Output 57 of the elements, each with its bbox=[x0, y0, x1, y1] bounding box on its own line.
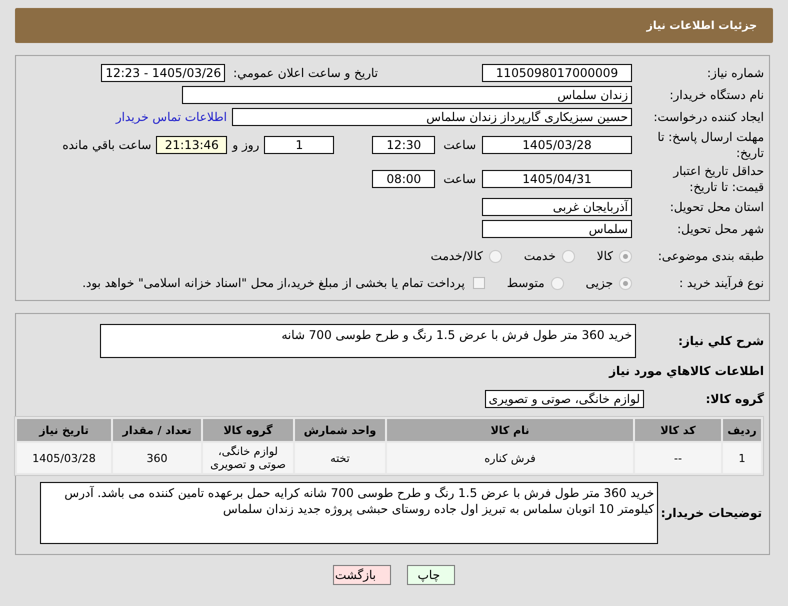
announce-date-field[interactable]: 1405/03/26 - 12:23 bbox=[101, 64, 226, 82]
column-header: تعداد / مقدار bbox=[113, 419, 201, 441]
column-header: واحد شمارش bbox=[295, 419, 385, 441]
time-label: ساعت bbox=[443, 172, 476, 186]
field-label: شماره نیاز: bbox=[706, 65, 764, 81]
field-label: شهر محل تحویل: bbox=[676, 221, 764, 237]
field-label: نام دستگاه خریدار: bbox=[668, 87, 764, 103]
field-label: حداقل تاریخ اعتبار قیمت: تا تاریخ: bbox=[672, 163, 764, 195]
radio-label: کالا/خدمت bbox=[430, 249, 483, 263]
page-title: جزئیات اطلاعات نیاز bbox=[646, 19, 757, 32]
summary-textarea[interactable]: خرید 360 متر طول فرش با عرض 1.5 رنگ و طرح طوسی 700 شانه bbox=[100, 324, 636, 358]
column-header: کد کالا bbox=[635, 419, 721, 441]
city-field[interactable]: سلماس bbox=[482, 220, 632, 238]
remaining-label: ساعت باقي مانده bbox=[62, 138, 152, 152]
table-cell: 1405/03/28 bbox=[17, 443, 111, 473]
buyer-notes-textarea[interactable]: خرید 360 متر طول فرش با عرض 1.5 رنگ و طرح طوسی 700 شانه کرایه حمل برعهده تامین کننده می باشد. آدرس کیلومتر 10 اتوبان سلماس به تبریز اول جاده روستای حبشی پروژه جدید زندان سلماس bbox=[40, 482, 658, 544]
remaining-time-field: 21:13:46 bbox=[156, 136, 228, 154]
date-field[interactable]: 1405/03/28 bbox=[482, 136, 632, 154]
radio-label: متوسط bbox=[506, 276, 545, 290]
time-field[interactable]: 12:30 bbox=[372, 136, 436, 154]
field-label: تاریخ و ساعت اعلان عمومي: bbox=[233, 66, 378, 80]
goods-group-field[interactable]: لوازم خانگی، صوتی و تصویری bbox=[484, 390, 644, 408]
column-header: نام کالا bbox=[387, 419, 633, 441]
field-label: ایجاد کننده درخواست: bbox=[652, 109, 764, 125]
buyer-org-field[interactable]: زندان سلماس bbox=[182, 86, 632, 104]
buyer-contact-link[interactable]: اطلاعات تماس خریدار bbox=[116, 110, 227, 124]
days-label: روز و bbox=[232, 138, 260, 152]
table-cell: 1 bbox=[723, 443, 761, 473]
need-number-field[interactable]: 1105098017000009 bbox=[482, 64, 632, 82]
radio-label: جزیی bbox=[586, 276, 613, 290]
radio-label: کالا bbox=[596, 249, 613, 263]
section-title: اطلاعات کالاهاي مورد نیاز bbox=[608, 364, 764, 378]
table-cell: فرش کناره bbox=[387, 443, 633, 473]
time-field[interactable]: 08:00 bbox=[372, 170, 436, 188]
date-field[interactable]: 1405/04/31 bbox=[482, 170, 632, 188]
field-label: شرح کلي نیاز: bbox=[677, 333, 764, 348]
time-label: ساعت bbox=[443, 138, 476, 152]
back-button[interactable]: بازگشت bbox=[333, 565, 391, 585]
field-label: نوع فرآیند خرید : bbox=[678, 275, 764, 291]
requester-field[interactable]: حسین سبزیکاری گارپرداز زندان سلماس bbox=[232, 108, 632, 126]
field-label: گروه کالا: bbox=[704, 392, 764, 406]
table-cell: 360 bbox=[113, 443, 201, 473]
radio-label: خدمت bbox=[524, 249, 556, 263]
field-label: استان محل تحویل: bbox=[668, 199, 764, 215]
table-cell: تخته bbox=[295, 443, 385, 473]
field-label: توضیحات خریدار: bbox=[660, 506, 763, 520]
province-field[interactable]: آذربایجان غربی bbox=[482, 198, 632, 216]
field-label: طبقه بندی موضوعی: bbox=[656, 248, 764, 264]
table-cell: لوازم خانگی، صوتی و تصویری bbox=[203, 443, 293, 473]
table-cell: -- bbox=[635, 443, 721, 473]
column-header: تاریخ نیاز bbox=[17, 419, 111, 441]
treasury-note: پرداخت تمام یا بخشی از مبلغ خرید،از محل "اسناد خزانه اسلامی" خواهد بود. bbox=[82, 276, 465, 290]
days-field[interactable]: 1 bbox=[264, 136, 334, 154]
column-header: گروه کالا bbox=[203, 419, 293, 441]
column-header: ردیف bbox=[723, 419, 761, 441]
field-label: مهلت ارسال پاسخ: تا تاریخ: bbox=[656, 129, 764, 161]
print-button[interactable]: چاپ bbox=[407, 565, 455, 585]
